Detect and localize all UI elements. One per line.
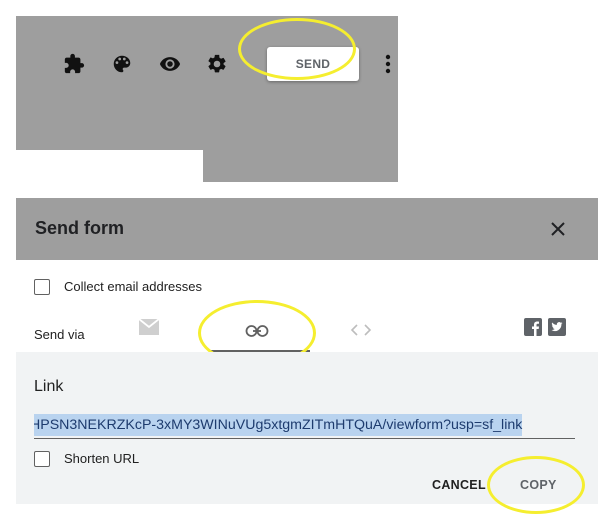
palette-icon[interactable] [111, 53, 133, 75]
facebook-icon[interactable] [524, 318, 542, 336]
dialog-header: Send form [16, 198, 598, 260]
puzzle-icon[interactable] [63, 53, 85, 75]
collect-email-checkbox[interactable] [34, 279, 50, 295]
dialog-title: Send form [35, 218, 125, 238]
send-via-label: Send via [34, 327, 85, 342]
eye-icon[interactable] [159, 53, 181, 75]
cancel-button[interactable]: CANCEL [432, 478, 486, 492]
link-url-field[interactable]: HPSN3NEKRZKcP-3xMY3WINuVUg5xtgmZITmHTQuA… [34, 414, 575, 439]
twitter-icon[interactable] [548, 318, 566, 336]
email-icon[interactable] [138, 318, 160, 336]
link-url-text: HPSN3NEKRZKcP-3xMY3WINuVUg5xtgmZITmHTQuA… [34, 414, 523, 436]
more-vert-icon[interactable] [382, 53, 394, 75]
embed-icon[interactable] [350, 322, 372, 338]
close-icon[interactable] [548, 219, 568, 239]
toolbar-crop-edge [16, 150, 203, 190]
copy-button-highlight [487, 456, 585, 514]
shorten-url-checkbox[interactable] [34, 451, 50, 467]
collect-email-label: Collect email addresses [64, 279, 203, 294]
gear-icon[interactable] [206, 53, 228, 75]
shorten-url-label: Shorten URL [64, 451, 140, 466]
send-button-highlight [238, 18, 356, 80]
link-heading: Link [34, 378, 64, 395]
